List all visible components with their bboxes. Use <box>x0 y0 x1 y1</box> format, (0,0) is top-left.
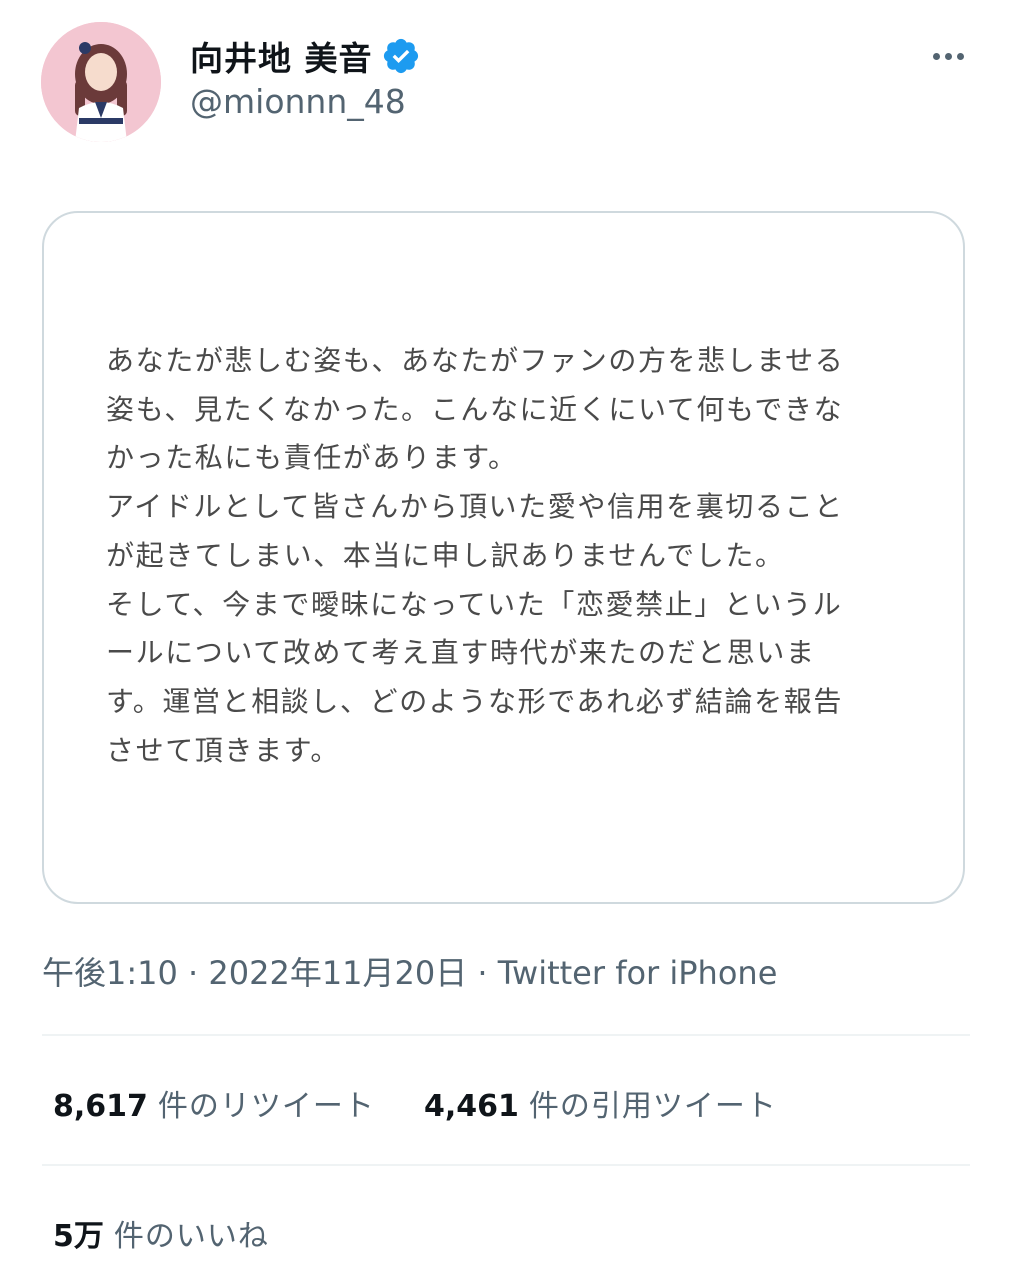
statement-line: 姿も、見たくなかった。こんなに近くにいて何もできな <box>106 392 844 426</box>
tweet-timestamp[interactable]: 午後1:10 · 2022年11月20日 · Twitter for iPhon… <box>42 948 777 994</box>
statement-line: す。運営と相談し、どのような形であれ必ず結論を報告 <box>106 684 843 718</box>
statement-line: アイドルとして皆さんから頂いた愛や信用を裏切ること <box>106 490 844 524</box>
divider <box>42 1034 970 1036</box>
tweet-image[interactable]: あなたが悲しむ姿も、あなたがファンの方を悲しませる 姿も、見たくなかった。こんな… <box>42 211 965 904</box>
statement-text: あなたが悲しむ姿も、あなたがファンの方を悲しませる 姿も、見たくなかった。こんな… <box>106 337 844 775</box>
likes-label: 件のいいね <box>113 1219 269 1254</box>
statement-line: そして、今まで曖昧になっていた「恋愛禁止」というル <box>106 587 843 621</box>
divider <box>42 1164 970 1166</box>
quotes-count: 4,461 <box>424 1089 519 1124</box>
verified-badge-icon <box>381 36 421 76</box>
retweets-label: 件のリツイート <box>157 1089 375 1124</box>
more-options-icon[interactable] <box>922 36 974 76</box>
quotes-label: 件の引用ツイート <box>528 1089 777 1124</box>
likes-count: 5万 <box>53 1219 104 1254</box>
statement-line: ールについて改めて考え直す時代が来たのだと思いま <box>106 636 816 670</box>
retweets-count: 8,617 <box>53 1089 148 1124</box>
author-name-row[interactable]: 向井地 美音 <box>190 34 421 78</box>
display-name[interactable]: 向井地 美音 <box>190 32 373 80</box>
statement-line: させて頂きます。 <box>106 733 341 767</box>
statement-line: あなたが悲しむ姿も、あなたがファンの方を悲しませる <box>106 344 845 377</box>
statement-line: が起きてしまい、本当に申し訳ありませんでした。 <box>106 538 785 572</box>
statement-line: かった私にも責任があります。 <box>106 441 518 475</box>
quotes-stat[interactable]: 4,461 件の引用ツイート <box>424 1081 777 1125</box>
likes-stat[interactable]: 5万 件のいいね <box>53 1211 269 1255</box>
retweets-stat[interactable]: 8,617 件のリツイート <box>53 1081 375 1125</box>
handle[interactable]: @mionnn_48 <box>190 82 406 121</box>
avatar[interactable] <box>41 22 161 142</box>
